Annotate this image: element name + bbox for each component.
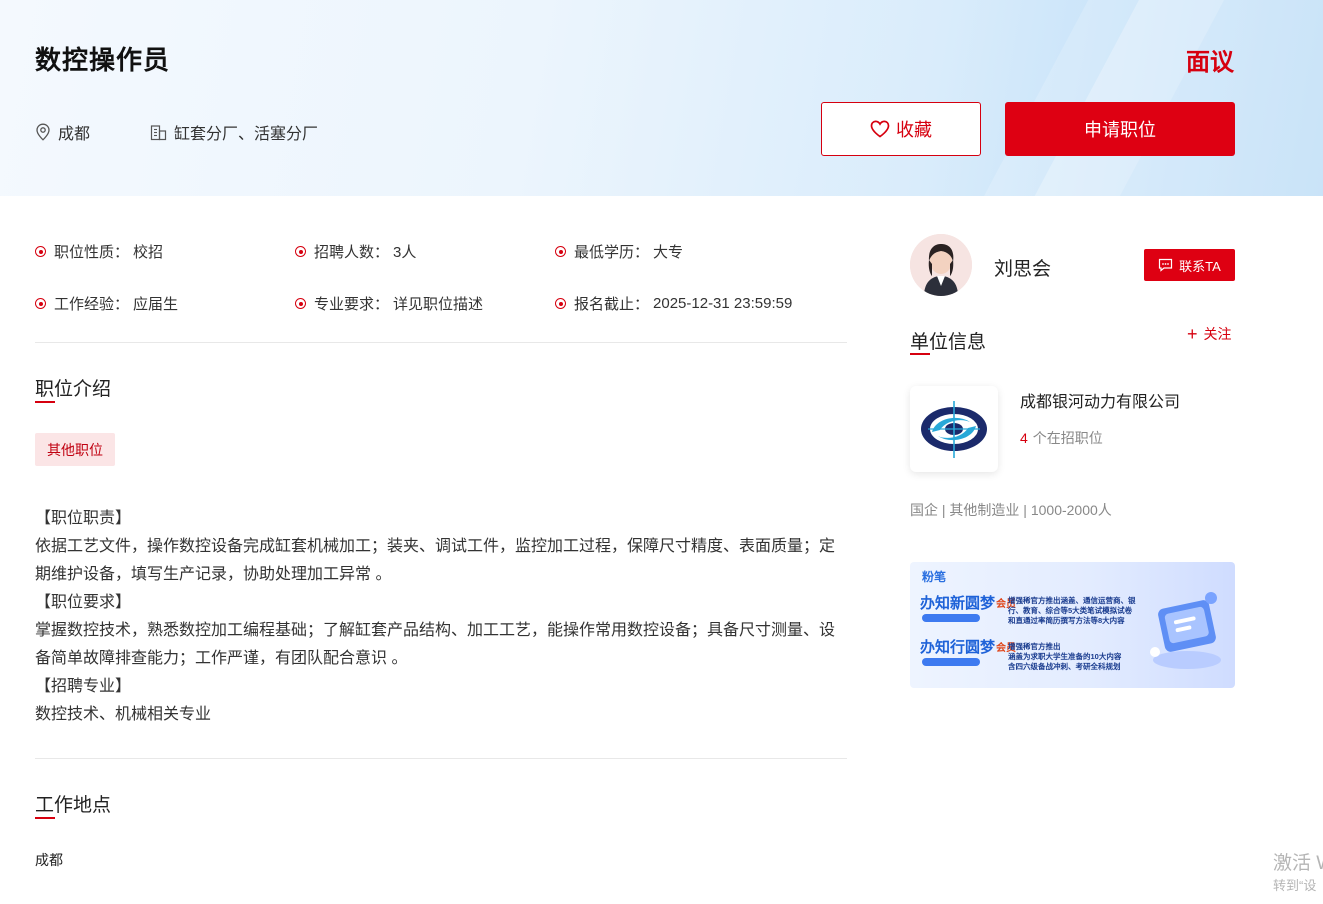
banner-row-2: 办知行圆梦 会员 [920,636,1016,657]
location-section-title: 工作地点 [35,795,112,816]
salary: 面议 [1186,49,1234,76]
banner-row-1: 办知新圆梦 会员 [920,592,1016,613]
job-city-label: 成都 [58,126,91,143]
contact-button-label: 联系TA [1179,258,1221,274]
section-divider [35,758,847,759]
attr-label: 职位性质： [54,244,130,261]
recruiter-name: 刘思会 [994,259,1052,280]
attr-label: 报名截止： [574,296,650,313]
intro-section-title: 职位介绍 [35,379,112,400]
attr-job-type: 职位性质： 校招 [35,241,163,262]
banner-pill [922,658,980,666]
job-department: 缸套分厂、活塞分厂 [150,120,318,144]
desc-line: 掌握数控技术，熟悉数控加工编程基础；了解缸套产品结构、加工工艺，能操作常用数控设… [35,622,836,667]
attr-major: 专业要求： 详见职位描述 [295,293,483,314]
attr-experience: 工作经验： 应届生 [35,293,178,314]
job-department-label: 缸套分厂、活塞分厂 [174,126,319,143]
unit-section-title: 单位信息 [910,332,987,353]
job-title: 数控操作员 [35,45,171,75]
plus-icon: + [1187,324,1198,344]
attr-label: 招聘人数： [314,244,390,261]
job-category-tag: 其他职位 [35,433,115,466]
section-divider [35,342,847,343]
os-activation-watermark-sub: 转到“设 [1273,878,1317,893]
desc-line: 依据工艺文件，操作数控设备完成缸套机械加工；装夹、调试工件，监控加工过程，保障尺… [35,538,836,583]
bullet-icon [295,246,306,257]
attr-value: 2025-12-31 23:59:59 [653,295,793,312]
apply-button[interactable]: 申请职位 [1005,102,1235,156]
attr-headcount: 招聘人数： 3人 [295,241,416,262]
attr-value: 大专 [653,244,684,261]
bullet-icon [555,298,566,309]
work-location: 成都 [35,852,63,868]
job-description: 【职位职责】 依据工艺文件，操作数控设备完成缸套机械加工；装夹、调试工件，监控加… [35,505,847,729]
desc-line: 【职位职责】 [35,510,132,527]
attr-label: 最低学历： [574,244,650,261]
favorite-button-label: 收藏 [896,120,932,140]
attr-value: 校招 [133,244,164,261]
company-meta: 国企 | 其他制造业 | 1000-2000人 [910,502,1112,518]
banner-brand: 粉笔 [922,570,947,584]
desc-line: 【招聘专业】 [35,678,132,695]
section-underline [910,353,930,355]
desc-line: 【职位要求】 [35,594,132,611]
heart-icon [870,120,890,138]
company-logo[interactable] [910,386,998,472]
bullet-icon [35,246,46,257]
attr-value: 应届生 [133,296,179,313]
banner-illustration [1150,592,1221,669]
attr-value: 详见职位描述 [393,296,484,313]
os-activation-watermark: 激活 W [1273,853,1323,874]
bullet-icon [35,298,46,309]
section-underline [35,817,55,819]
attr-value: 3人 [393,244,417,261]
job-header: 数控操作员 面议 成都 缸套分厂、活塞分厂 收藏 申请职位 [0,0,1323,196]
job-city: 成都 [35,120,90,144]
promo-banner[interactable]: 粉笔 办知新圆梦 会员 增强稀官方推出涵盖、通信运营商、银行、教育、综合等5大类… [910,562,1235,688]
banner-row-2-text: 增强稀官方推出 涵盖为求职大学生准备的10大内容 含四六级备战冲刺、考研全科规划 [1008,642,1122,671]
company-logo-mark [921,401,987,458]
recruiter-avatar [910,234,972,296]
attr-deadline: 报名截止： 2025-12-31 23:59:59 [555,293,792,314]
company-name[interactable]: 成都银河动力有限公司 [1020,388,1180,412]
follow-button[interactable]: + 关注 [1187,324,1232,344]
follow-label: 关注 [1203,326,1232,342]
favorite-button[interactable]: 收藏 [821,102,981,156]
banner-row-2-title: 办知行圆梦 [920,639,996,656]
building-icon [150,124,167,140]
banner-row-1-text: 增强稀官方推出涵盖、通信运营商、银行、教育、综合等5大类笔试模拟试卷 和直通过率… [1008,596,1136,625]
banner-row-1-title: 办知新圆梦 [920,595,996,612]
contact-button[interactable]: 联系TA [1144,249,1235,281]
attr-label: 工作经验： [54,296,130,313]
section-underline [35,401,55,403]
open-jobs-count: 4 个在招职位 [1020,428,1103,448]
open-jobs-number: 4 [1020,430,1028,446]
open-jobs-label: 个在招职位 [1032,430,1103,446]
attr-label: 专业要求： [314,296,390,313]
banner-pill [922,614,980,622]
location-pin-icon [36,123,50,141]
bullet-icon [295,298,306,309]
desc-line: 数控技术、机械相关专业 [35,706,212,723]
bullet-icon [555,246,566,257]
attr-education: 最低学历： 大专 [555,241,683,262]
chat-icon [1159,258,1173,272]
